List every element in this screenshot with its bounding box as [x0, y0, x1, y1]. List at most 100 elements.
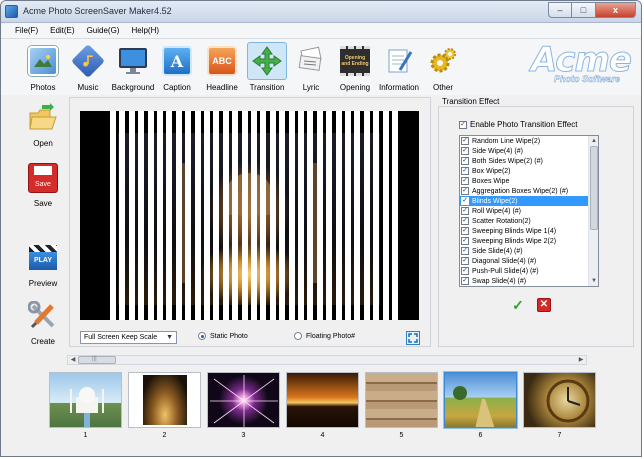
create-button[interactable]: Create	[19, 301, 67, 346]
scroll-left-icon[interactable]: ◀	[68, 356, 78, 364]
static-photo-radio[interactable]: Static Photo	[198, 332, 248, 340]
blind-stripe	[204, 111, 210, 320]
effect-item-label: Box Wipe(2)	[472, 167, 511, 175]
effect-list-item[interactable]: ✓ Sweeping Blinds Wipe 2(2)	[460, 236, 589, 246]
effect-item-checkbox[interactable]: ✓	[461, 177, 469, 185]
fullscreen-button[interactable]	[406, 331, 420, 345]
preview-button[interactable]: PLAY Preview	[19, 243, 67, 288]
static-photo-label: Static Photo	[210, 332, 248, 340]
effect-item-checkbox[interactable]: ✓	[461, 187, 469, 195]
action-sidebar: Open Save Save PLAY Preview Create	[1, 97, 69, 347]
thumbnail-3[interactable]	[207, 372, 280, 428]
effect-list-item[interactable]: ✓ Both Sides Wipe(2) (#)	[460, 156, 589, 166]
thumbnail-strip: 1 2 3 4 5 6 7	[9, 365, 635, 451]
toolbar-other[interactable]: Other	[419, 42, 467, 94]
blind-stripe	[363, 111, 370, 320]
effect-list-scroll-thumb[interactable]	[590, 146, 598, 230]
blind-stripe	[316, 111, 323, 320]
floating-photo-radio[interactable]: Floating Photo#	[294, 332, 355, 340]
effect-item-checkbox[interactable]: ✓	[461, 147, 469, 155]
effect-item-checkbox[interactable]: ✓	[461, 237, 469, 245]
effect-list-items: ✓ Random Line Wipe(2) ✓ Side Wipe(4) (#) ✓ Bo…	[460, 136, 589, 286]
thumbnail-1[interactable]	[49, 372, 122, 428]
thumbnail-2[interactable]	[128, 372, 201, 428]
thumbnail-4[interactable]	[286, 372, 359, 428]
effect-list-item[interactable]: ✓ Swap Slide(4) (#)	[460, 276, 589, 286]
effect-list-item[interactable]: ✓ Push-Pull Slide(4) (#)	[460, 266, 589, 276]
menu-guide[interactable]: Guide(G)	[81, 23, 126, 38]
toolbar-other-label: Other	[432, 83, 453, 92]
scroll-right-icon[interactable]: ▶	[576, 356, 586, 364]
toolbar-headline[interactable]: ABC Headline	[198, 42, 246, 94]
thumbnail-6[interactable]	[443, 371, 518, 429]
notepad-icon	[384, 46, 414, 76]
toolbar-transition[interactable]: Transition	[243, 42, 291, 94]
enable-effect-checkbox[interactable]: ✓ Enable Photo Transition Effect	[459, 120, 577, 129]
menu-help[interactable]: Help(H)	[125, 23, 165, 38]
effect-item-checkbox[interactable]: ✓	[461, 137, 469, 145]
thumbnail-scroll-thumb[interactable]: |||	[78, 356, 116, 364]
effect-panel: Transition Effect ✓ Enable Photo Transit…	[438, 97, 634, 347]
toolbar-information[interactable]: Information	[375, 42, 423, 94]
static-photo-radio-dot	[198, 332, 206, 340]
toolbar-music[interactable]: Music	[64, 42, 112, 94]
toolbar-lyric[interactable]: Lyric	[287, 42, 335, 94]
save-button[interactable]: Save Save	[19, 163, 67, 208]
minimize-button[interactable]: –	[548, 2, 572, 18]
effect-list-item[interactable]: ✓ Side Slide(4) (#)	[460, 246, 589, 256]
effect-list-item[interactable]: ✓ Roll Wipe(4) (#)	[460, 206, 589, 216]
toolbar-opening[interactable]: Opening and Ending Opening	[331, 42, 379, 94]
effect-item-checkbox[interactable]: ✓	[461, 157, 469, 165]
effect-item-checkbox[interactable]: ✓	[461, 227, 469, 235]
effect-item-checkbox[interactable]: ✓	[461, 197, 469, 205]
menu-edit[interactable]: Edit(E)	[44, 23, 80, 38]
maximize-button[interactable]: □	[572, 2, 596, 18]
effect-box: ✓ Enable Photo Transition Effect ✓ Random…	[438, 106, 634, 347]
blind-stripe	[194, 111, 201, 320]
cancel-button[interactable]: ✕	[537, 298, 551, 312]
app-window: Acme Photo ScreenSaver Maker4.52 – □ x F…	[0, 0, 642, 457]
music-icon	[71, 44, 105, 78]
effect-list-scrollbar[interactable]: ▲ ▼	[588, 136, 598, 286]
toolbar-transition-label: Transition	[249, 83, 285, 92]
ok-button[interactable]: ✓	[511, 298, 525, 312]
blind-stripe	[157, 111, 163, 320]
effect-list-item[interactable]: ✓ Side Wipe(4) (#)	[460, 146, 589, 156]
thumbnail-scrollbar[interactable]: ◀ ||| ▶	[67, 355, 587, 365]
effect-list-item[interactable]: ✓ Box Wipe(2)	[460, 166, 589, 176]
effect-list-item[interactable]: ✓ Diagonal Slide(4) (#)	[460, 256, 589, 266]
preview-stage	[80, 111, 419, 320]
scroll-up-icon[interactable]: ▲	[589, 136, 598, 146]
effect-item-checkbox[interactable]: ✓	[461, 267, 469, 275]
scale-select[interactable]: Full Screen Keep Scale ▼	[80, 331, 177, 344]
clapperboard-text: PLAY	[29, 252, 57, 270]
close-button[interactable]: x	[596, 2, 636, 18]
blind-stripe	[269, 111, 276, 320]
thumbnail-7[interactable]	[523, 372, 596, 428]
effect-item-checkbox[interactable]: ✓	[461, 167, 469, 175]
effect-item-checkbox[interactable]: ✓	[461, 277, 469, 285]
effect-item-checkbox[interactable]: ✓	[461, 257, 469, 265]
toolbar-photos[interactable]: Photos	[19, 42, 67, 94]
toolbar-caption[interactable]: A Caption	[153, 42, 201, 94]
open-button[interactable]: Open	[19, 103, 67, 148]
blind-stripe	[335, 111, 342, 320]
effect-item-checkbox[interactable]: ✓	[461, 247, 469, 255]
effect-list-item[interactable]: ✓ Boxes Wipe	[460, 176, 589, 186]
thumbnail-5[interactable]	[365, 372, 438, 428]
effect-list-item[interactable]: ✓ Blinds Wipe(2)	[460, 196, 589, 206]
open-folder-icon	[28, 103, 58, 133]
toolbar-background[interactable]: Background	[109, 42, 157, 94]
menu-file[interactable]: File(F)	[9, 23, 44, 38]
blind-stripe	[147, 111, 154, 320]
title-bar[interactable]: Acme Photo ScreenSaver Maker4.52 – □ x	[1, 1, 641, 23]
effect-list-item[interactable]: ✓ Sweeping Blinds Wipe 1(4)	[460, 226, 589, 236]
effect-item-checkbox[interactable]: ✓	[461, 207, 469, 215]
toolbar-background-label: Background	[111, 83, 155, 92]
effect-list-item[interactable]: ✓ Aggregation Boxes Wipe(2) (#)	[460, 186, 589, 196]
effect-list-item[interactable]: ✓ Random Line Wipe(2)	[460, 136, 589, 146]
effect-list-item[interactable]: ✓ Scatter Rotation(2)	[460, 216, 589, 226]
effect-item-checkbox[interactable]: ✓	[461, 217, 469, 225]
blind-stripe	[288, 111, 295, 320]
scroll-down-icon[interactable]: ▼	[589, 276, 598, 286]
